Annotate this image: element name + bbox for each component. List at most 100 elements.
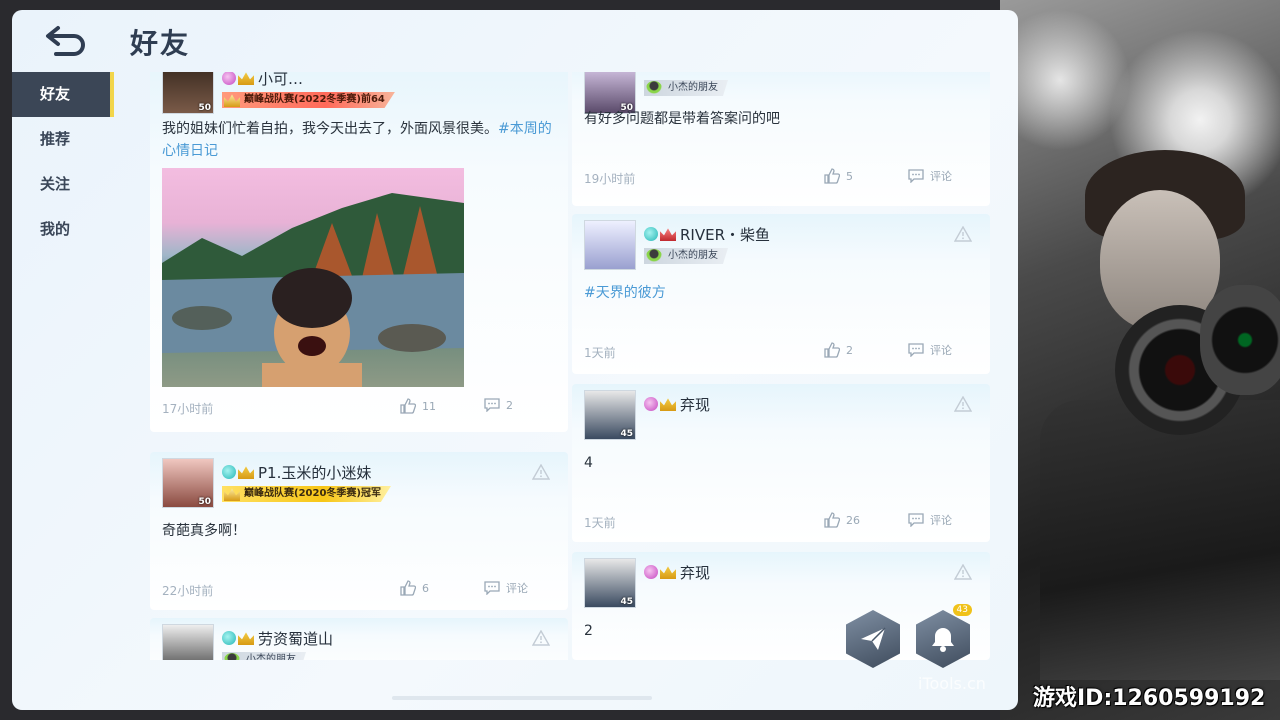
friend-tag: 小杰的朋友 <box>644 248 728 264</box>
user-badges: 弃现 <box>644 394 710 414</box>
post-body: 4 <box>584 455 593 471</box>
like-button[interactable]: 5 <box>824 168 853 184</box>
landscape-photo <box>162 193 464 387</box>
like-button[interactable]: 6 <box>400 580 429 596</box>
publish-post-button[interactable] <box>846 610 900 668</box>
avatar[interactable]: 50 <box>162 72 214 114</box>
comment-button[interactable]: 评论 <box>484 580 528 596</box>
avatar[interactable] <box>584 220 636 270</box>
friends-panel: 好友 好友 推荐 关注 我的 50 小可… 巅峰战队赛(2022冬季赛)前64 … <box>12 10 1018 710</box>
feed[interactable]: 50 小可… 巅峰战队赛(2022冬季赛)前64 我的姐妹们忙着自拍，我今天出去… <box>150 72 992 660</box>
notification-count-badge: 43 <box>952 604 972 616</box>
character-body <box>1040 400 1280 680</box>
comment-button[interactable]: 2 <box>484 398 513 412</box>
comment-icon <box>908 513 924 527</box>
post-body: 我的姐妹们忙着自拍，我今天出去了，外面风景很美。 <box>162 121 498 137</box>
report-warning-icon[interactable] <box>532 630 550 646</box>
post-card[interactable]: 50 小杰的朋友 有好多问题都是带着答案问的吧 19小时前 5 评论 <box>572 72 990 206</box>
avatar[interactable]: 45 <box>584 390 636 440</box>
username[interactable]: 弃现 <box>680 562 710 583</box>
comment-count: 2 <box>506 398 513 412</box>
watermark: iTools.cn <box>918 674 986 693</box>
crown-icon <box>238 632 254 645</box>
sidebar-item-friends[interactable]: 好友 <box>12 72 114 117</box>
thumbs-up-icon <box>824 342 840 358</box>
bell-icon <box>932 628 954 652</box>
avatar-level: 45 <box>620 597 633 607</box>
report-warning-icon[interactable] <box>532 464 550 480</box>
comment-label: 评论 <box>506 582 528 595</box>
comment-icon <box>908 169 924 183</box>
paper-plane-icon <box>861 627 886 650</box>
report-warning-icon[interactable] <box>954 396 972 412</box>
post-card[interactable]: 劳资蜀道山 小杰的朋友 <box>150 618 568 660</box>
avatar[interactable]: 45 <box>584 558 636 608</box>
thumbs-up-icon <box>400 580 416 596</box>
hashtag[interactable]: #天界的彼方 <box>584 282 980 304</box>
comment-icon <box>908 343 924 357</box>
crown-icon <box>238 72 254 85</box>
post-card[interactable]: 45 弃现 4 1天前 26 评论 <box>572 384 990 542</box>
username[interactable]: P1.玉米的小迷妹 <box>258 462 371 483</box>
avatar[interactable]: 50 <box>162 458 214 508</box>
notifications-button[interactable]: 43 <box>916 604 972 668</box>
crown-icon <box>660 398 676 411</box>
comment-label: 评论 <box>930 170 952 183</box>
like-count: 26 <box>846 513 860 527</box>
friend-tag: 小杰的朋友 <box>222 652 306 660</box>
avatar[interactable] <box>162 624 214 660</box>
like-button[interactable]: 11 <box>400 398 436 414</box>
user-badges: 小可… <box>222 72 303 88</box>
comment-button[interactable]: 评论 <box>908 512 952 528</box>
scroll-indicator <box>392 696 652 700</box>
rank-tag: 巅峰战队赛(2020冬季赛)冠军 <box>222 486 391 502</box>
crown-icon <box>238 466 254 479</box>
like-count: 11 <box>422 399 436 413</box>
back-arrow-icon <box>46 26 85 56</box>
thumbs-up-icon <box>824 168 840 184</box>
comment-button[interactable]: 评论 <box>908 168 952 184</box>
username[interactable]: RIVER・柴鱼 <box>680 224 770 245</box>
username[interactable]: 弃现 <box>680 394 710 415</box>
sidebar-item-recommend[interactable]: 推荐 <box>12 117 110 162</box>
like-button[interactable]: 2 <box>824 342 853 358</box>
user-badges: RIVER・柴鱼 <box>644 224 770 244</box>
post-card[interactable]: 50 小可… 巅峰战队赛(2022冬季赛)前64 我的姐妹们忙着自拍，我今天出去… <box>150 72 568 432</box>
page-title: 好友 <box>130 27 191 60</box>
thumbs-up-icon <box>824 512 840 528</box>
user-badges: 劳资蜀道山 <box>222 628 333 648</box>
username[interactable]: 劳资蜀道山 <box>258 628 333 649</box>
post-card[interactable]: RIVER・柴鱼 小杰的朋友 #天界的彼方 1天前 2 评论 <box>572 214 990 374</box>
report-warning-icon[interactable] <box>954 564 972 580</box>
report-warning-icon[interactable] <box>954 226 972 242</box>
like-button[interactable]: 26 <box>824 512 860 528</box>
sidebar: 好友 推荐 关注 我的 <box>12 72 114 710</box>
comment-button[interactable]: 评论 <box>908 342 952 358</box>
gem-icon <box>222 72 236 85</box>
sidebar-item-mine[interactable]: 我的 <box>12 207 110 252</box>
post-time: 19小时前 <box>584 172 636 186</box>
thumbs-up-icon <box>400 398 416 414</box>
like-count: 6 <box>422 581 429 595</box>
sidebar-item-following[interactable]: 关注 <box>12 162 110 207</box>
user-badges: 弃现 <box>644 562 710 582</box>
avatar-level: 50 <box>198 497 211 507</box>
post-card[interactable]: 50 P1.玉米的小迷妹 巅峰战队赛(2020冬季赛)冠军 奇葩真多啊！ 22小… <box>150 452 568 610</box>
post-text: 我的姐妹们忙着自拍，我今天出去了，外面风景很美。#本周的心情日记 <box>162 118 558 162</box>
user-badges: P1.玉米的小迷妹 <box>222 462 371 482</box>
post-time: 1天前 <box>584 516 616 530</box>
username[interactable]: 小可… <box>258 72 303 89</box>
comment-label: 评论 <box>930 344 952 357</box>
game-id-label: 游戏ID:1260599192 <box>1033 686 1266 711</box>
crown-icon <box>660 566 676 579</box>
gem-icon <box>222 631 236 645</box>
post-time: 17小时前 <box>162 402 214 416</box>
comment-label: 评论 <box>930 514 952 527</box>
rank-tag: 巅峰战队赛(2022冬季赛)前64 <box>222 92 395 108</box>
gem-icon <box>644 227 658 241</box>
back-button[interactable] <box>42 22 90 60</box>
post-body: 有好多问题都是带着答案问的吧 <box>584 111 780 127</box>
comment-icon <box>484 398 500 412</box>
gem-icon <box>222 465 236 479</box>
post-photo[interactable] <box>162 168 464 387</box>
